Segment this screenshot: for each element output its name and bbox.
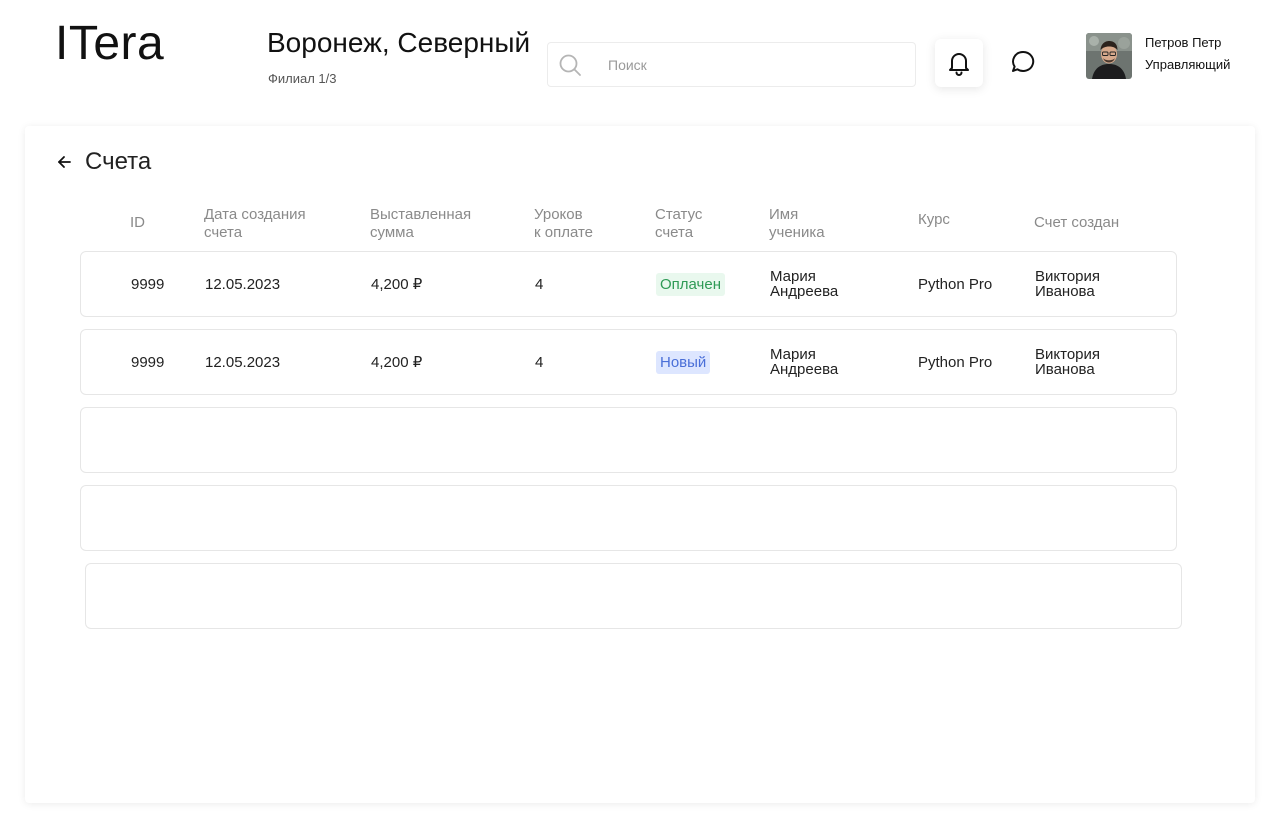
column-header-created-by: Счет создан [1034,214,1120,231]
status-badge-paid: Оплачен [656,272,725,296]
column-header-lessons: Уроков к оплате [534,206,594,241]
logo[interactable]: ITera [55,16,164,71]
status-badge-new: Новый [656,350,711,374]
empty-table-row [85,563,1182,629]
notifications-button[interactable] [935,39,983,87]
cell-course: Python Pro [918,275,993,293]
cell-created-by: Виктория Иванова [1035,268,1101,300]
empty-table-row [80,485,1177,551]
search-box[interactable] [547,42,916,87]
page-title: Счета [85,148,152,175]
branch-title[interactable]: Воронеж, Северный [267,27,530,59]
cell-date: 12.05.2023 [205,275,281,293]
search-icon [559,54,581,76]
user-role: Управляющий [1145,57,1231,72]
cell-created-by: Виктория Иванова [1035,346,1101,378]
invoices-card: Счета ID Дата создания счета Выставленна… [25,126,1255,803]
empty-table-row [80,407,1177,473]
cell-status: Оплачен [656,252,725,316]
cell-student: Мария Андреева [770,346,839,378]
cell-id: 9999 [131,353,165,371]
chat-icon [1012,50,1035,72]
column-header-status: Статус счета [655,206,703,241]
cell-status: Новый [656,330,711,394]
cell-date: 12.05.2023 [205,353,281,371]
avatar-image [1086,33,1132,79]
cell-amount: 4,200 ₽ [371,353,423,371]
column-header-course: Курс [918,211,950,228]
bell-icon [949,53,969,76]
cell-lessons: 4 [535,353,544,371]
column-header-date: Дата создания счета [204,206,306,241]
search-input[interactable] [608,53,898,77]
cell-id: 9999 [131,275,165,293]
table-row[interactable]: 9999 12.05.2023 4,200 ₽ 4 Новый Мария Ан… [80,329,1177,395]
avatar[interactable] [1086,33,1132,79]
top-header: ITera Воронеж, Северный Филиал 1/3 Поиск… [0,0,1280,120]
cell-amount: 4,200 ₽ [371,275,423,293]
column-header-student: Имя ученика [769,206,825,241]
cell-course: Python Pro [918,353,993,371]
cell-student: Мария Андреева [770,268,839,300]
arrow-left-icon[interactable] [55,152,75,172]
messages-button[interactable] [1000,39,1046,85]
column-header-id: ID [130,214,145,231]
column-header-amount: Выставленная сумма [370,206,472,241]
branch-subtitle: Филиал 1/3 [268,71,337,86]
user-name[interactable]: Петров Петр [1145,35,1221,50]
cell-lessons: 4 [535,275,544,293]
table-row[interactable]: 9999 12.05.2023 4,200 ₽ 4 Оплачен Мария … [80,251,1177,317]
